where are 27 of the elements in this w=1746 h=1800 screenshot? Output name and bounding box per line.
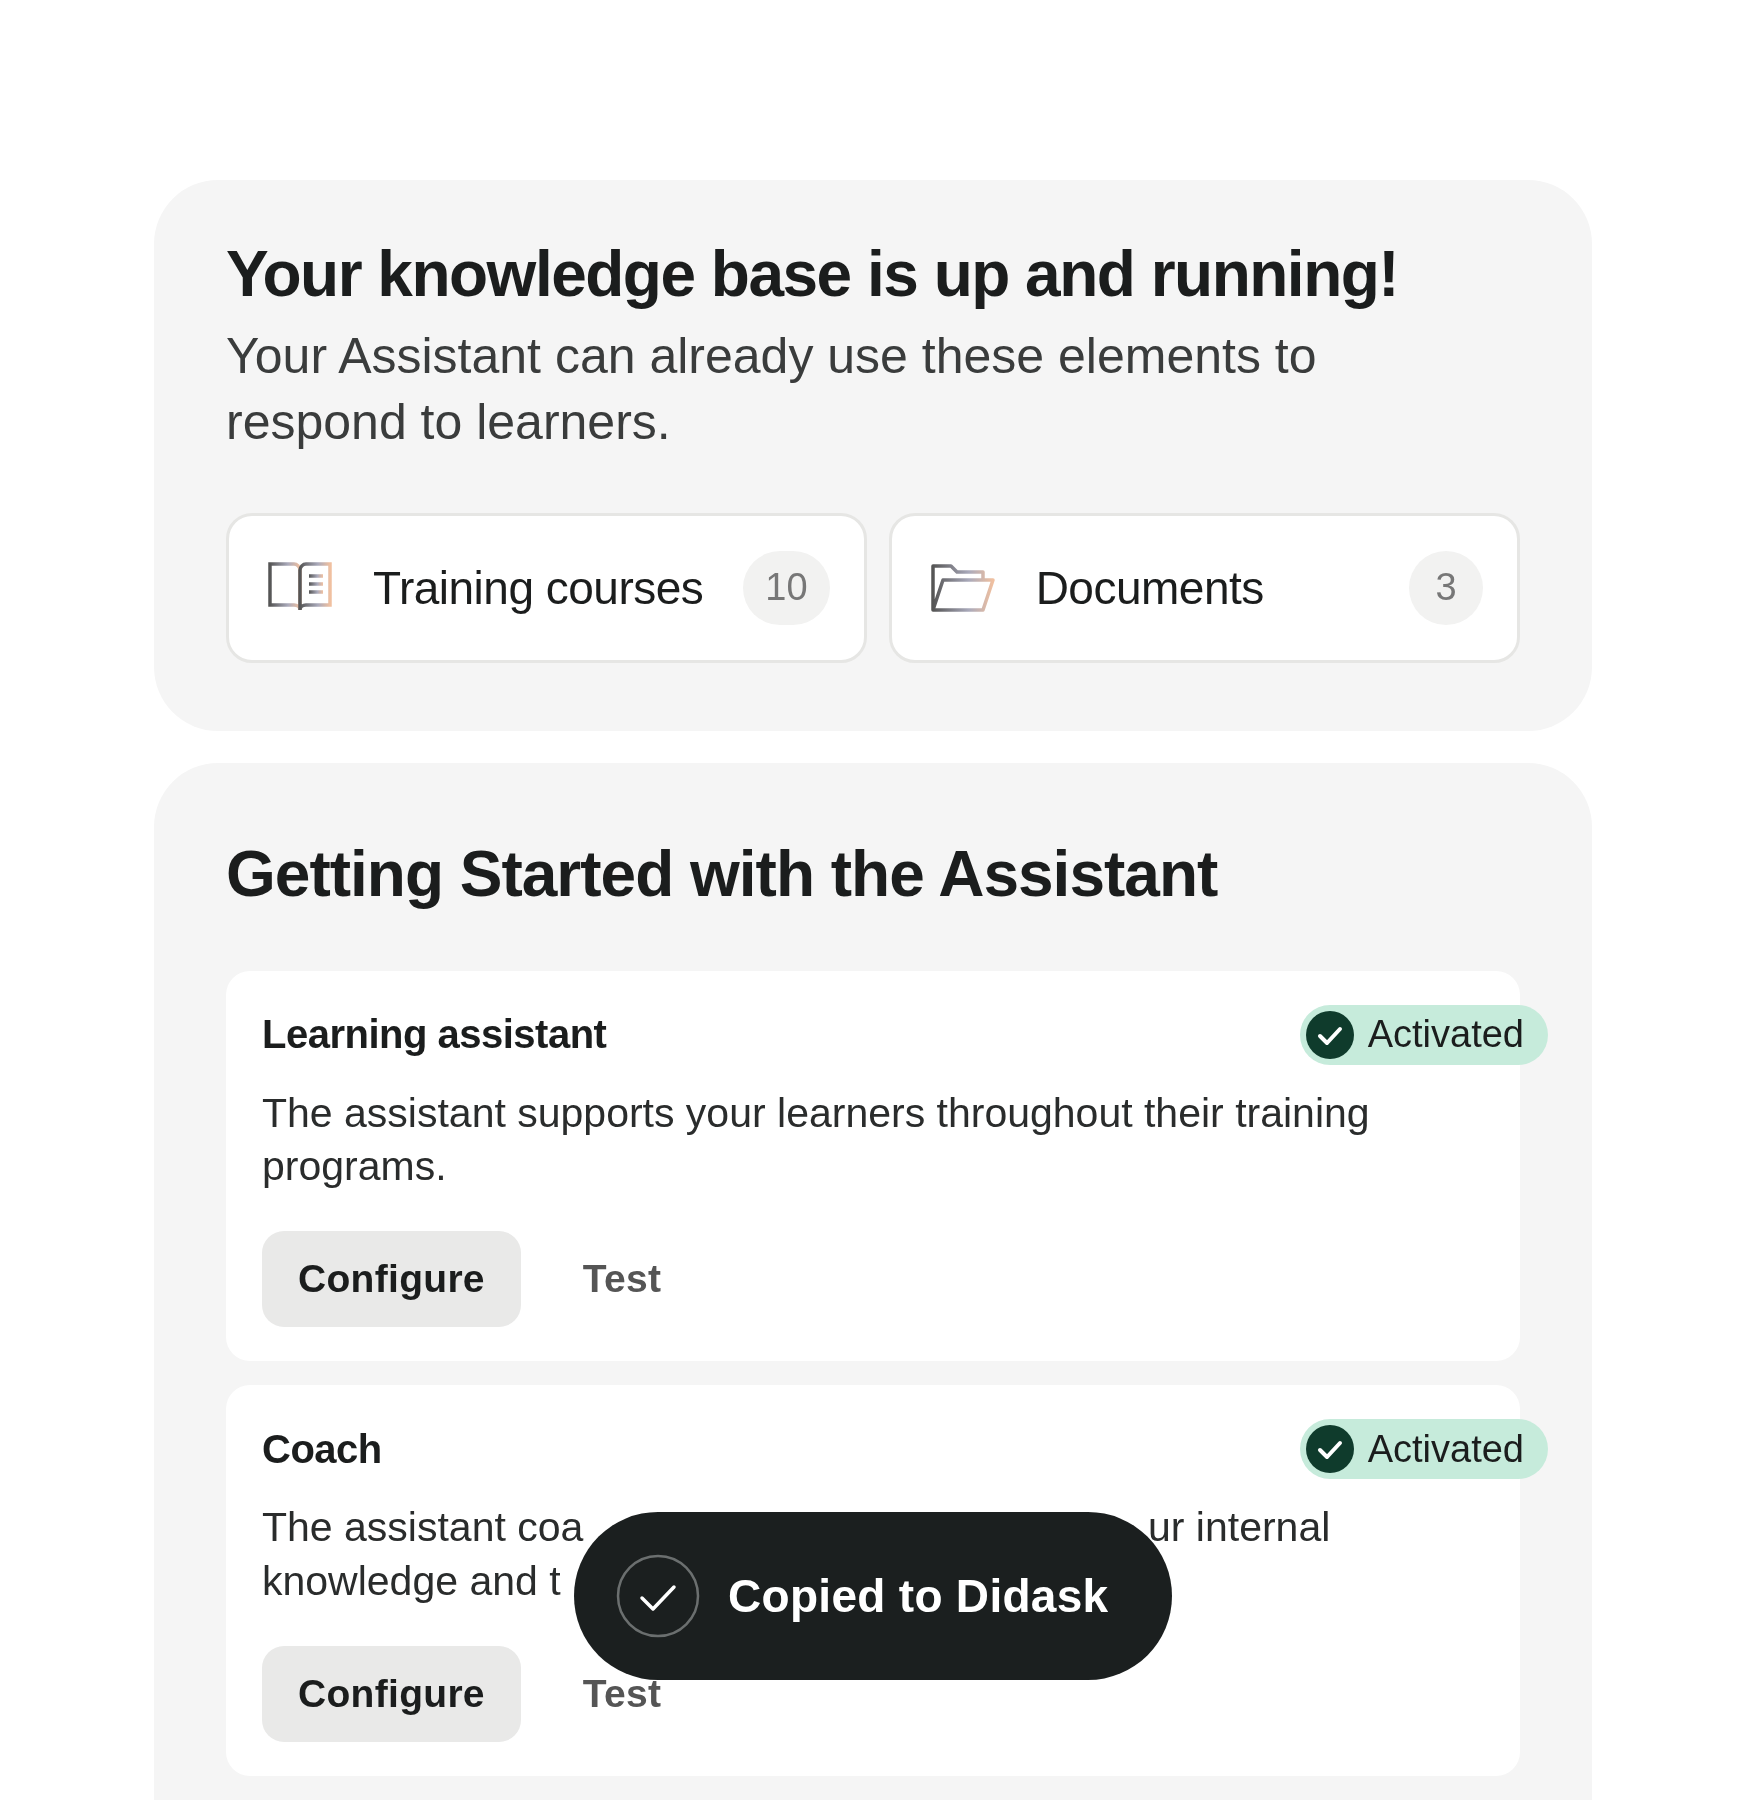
check-icon: [1305, 1425, 1354, 1474]
status-badge: Activated: [1299, 1419, 1548, 1480]
check-icon: [616, 1554, 700, 1638]
status-badge: Activated: [1299, 1004, 1548, 1065]
source-tile[interactable]: Documents 3: [888, 512, 1520, 663]
card-subtitle: Your Assistant can already use these elements to respond to learners.: [226, 326, 1318, 452]
check-icon: [1305, 1010, 1354, 1059]
assistant-description: The assistant supports your learners throughout their training: [262, 1088, 1370, 1138]
configure-button[interactable]: Configure: [262, 1231, 521, 1328]
test-button[interactable]: Test: [582, 1646, 662, 1742]
section-title: Getting Started with the Assistant: [226, 836, 1219, 911]
toast-message: Copied to Didask: [728, 1569, 1109, 1623]
assistant-description: ur internal: [1148, 1503, 1331, 1553]
assistant-description: programs.: [262, 1142, 447, 1192]
count-badge: 3: [1409, 550, 1483, 625]
source-label: Documents: [1035, 560, 1265, 615]
assistant-description: knowledge and t: [262, 1556, 561, 1606]
source-label: Training courses: [373, 560, 704, 615]
count-badge: 10: [743, 550, 830, 625]
configure-button[interactable]: Configure: [262, 1646, 521, 1742]
source-tile[interactable]: Training courses 10: [226, 512, 867, 663]
folder-icon: [929, 561, 996, 614]
assistant-description: The assistant coa: [262, 1503, 584, 1553]
test-button[interactable]: Test: [582, 1231, 662, 1328]
assistant-name: Learning assistant: [262, 1012, 607, 1058]
assistant-name: Coach: [262, 1426, 382, 1472]
card-title: Your knowledge base is up and running!: [226, 237, 1400, 312]
